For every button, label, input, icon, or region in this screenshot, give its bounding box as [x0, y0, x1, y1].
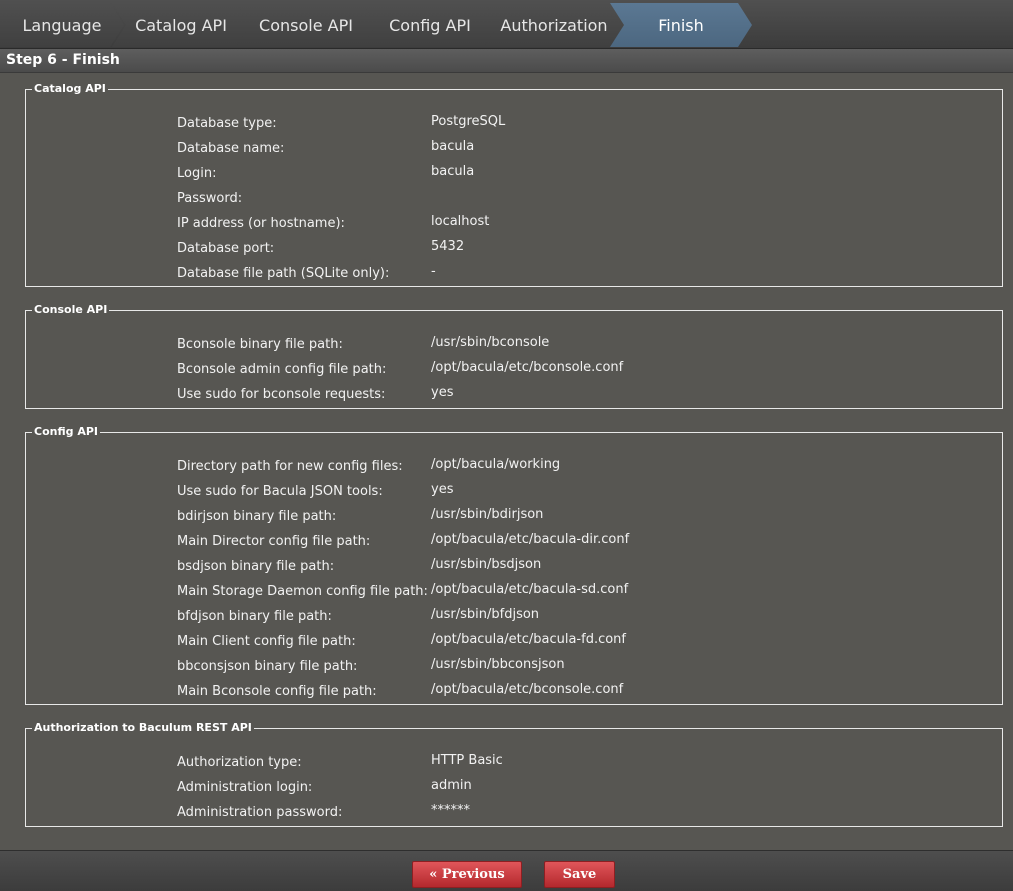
json-sudo-label: Use sudo for Bacula JSON tools:: [177, 484, 383, 499]
bsdjson-label: bsdjson binary file path:: [177, 559, 335, 574]
admin-login-label: Administration login:: [177, 780, 313, 795]
bconsole-config-label: Bconsole admin config file path:: [177, 362, 387, 377]
wizard-footer: « Previous Save: [0, 850, 1013, 891]
catalog-api-section: Catalog API Database type: PostgreSQL Dat…: [25, 82, 1003, 287]
client-config-value: /opt/bacula/etc/bacula-fd.conf: [431, 632, 626, 647]
bbconsjson-value: /usr/sbin/bbconsjson: [431, 657, 565, 672]
previous-button[interactable]: « Previous: [412, 861, 522, 888]
config-api-legend: Config API: [34, 425, 98, 438]
step-finish[interactable]: Finish: [610, 3, 752, 47]
auth-type-label: Authorization type:: [177, 755, 302, 770]
db-port-value: 5432: [431, 239, 465, 254]
bconsole-sudo-value: yes: [431, 385, 454, 400]
storage-config-label: Main Storage Daemon config file path:: [177, 584, 428, 599]
db-name-label: Database name:: [177, 141, 285, 156]
config-api-section: Config API Directory path for new config…: [25, 425, 1003, 705]
storage-config-value: /opt/bacula/etc/bacula-sd.conf: [431, 582, 629, 597]
admin-login-value: admin: [431, 778, 472, 793]
db-port-label: Database port:: [177, 241, 275, 256]
db-type-value: PostgreSQL: [431, 114, 506, 129]
db-type-label: Database type:: [177, 116, 277, 131]
config-dir-value: /opt/bacula/working: [431, 457, 561, 472]
catalog-api-legend: Catalog API: [34, 82, 106, 95]
bbconsjson-label: bbconsjson binary file path:: [177, 659, 358, 674]
bconsole-config-value: /opt/bacula/etc/bconsole.conf: [431, 360, 624, 375]
client-config-label: Main Client config file path:: [177, 634, 356, 649]
step-config-api[interactable]: Config API: [362, 3, 498, 47]
db-login-label: Login:: [177, 166, 217, 181]
bfdjson-value: /usr/sbin/bfdjson: [431, 607, 540, 622]
bfdjson-label: bfdjson binary file path:: [177, 609, 332, 624]
console-api-section: Console API Bconsole binary file path: /u…: [25, 303, 1003, 409]
authorization-section: Authorization to Baculum REST API Author…: [25, 721, 1003, 827]
bdirjson-value: /usr/sbin/bdirjson: [431, 507, 544, 522]
bconsole-sudo-label: Use sudo for bconsole requests:: [177, 387, 386, 402]
admin-password-value: ******: [431, 803, 470, 818]
director-config-value: /opt/bacula/etc/bacula-dir.conf: [431, 532, 630, 547]
page-title-bar: Step 6 - Finish: [0, 49, 1013, 73]
bconsole-main-config-value: /opt/bacula/etc/bconsole.conf: [431, 682, 624, 697]
db-password-label: Password:: [177, 191, 243, 206]
bdirjson-label: bdirjson binary file path:: [177, 509, 337, 524]
db-file-path-value: -: [431, 264, 436, 279]
bconsole-path-label: Bconsole binary file path:: [177, 337, 343, 352]
authorization-legend: Authorization to Baculum REST API: [34, 721, 252, 734]
step-catalog-api[interactable]: Catalog API: [112, 3, 250, 47]
bconsole-main-config-label: Main Bconsole config file path:: [177, 684, 377, 699]
db-file-path-label: Database file path (SQLite only):: [177, 266, 390, 281]
db-name-value: bacula: [431, 139, 475, 154]
step-language[interactable]: Language: [0, 3, 124, 47]
page-title: Step 6 - Finish: [6, 52, 120, 68]
content-area: Catalog API Database type: PostgreSQL Dat…: [0, 73, 1013, 850]
bsdjson-value: /usr/sbin/bsdjson: [431, 557, 542, 572]
db-login-value: bacula: [431, 164, 475, 179]
console-api-legend: Console API: [34, 303, 108, 316]
bconsole-path-value: /usr/sbin/bconsole: [431, 335, 550, 350]
save-button[interactable]: Save: [544, 861, 615, 888]
step-authorization[interactable]: Authorization: [484, 3, 624, 47]
json-sudo-value: yes: [431, 482, 454, 497]
step-console-api[interactable]: Console API: [236, 3, 376, 47]
db-host-label: IP address (or hostname):: [177, 216, 345, 231]
director-config-label: Main Director config file path:: [177, 534, 371, 549]
admin-password-label: Administration password:: [177, 805, 343, 820]
auth-type-value: HTTP Basic: [431, 753, 503, 768]
wizard-steps: Language Catalog API Console API Config …: [0, 0, 1013, 49]
db-host-value: localhost: [431, 214, 490, 229]
config-dir-label: Directory path for new config files:: [177, 459, 403, 474]
